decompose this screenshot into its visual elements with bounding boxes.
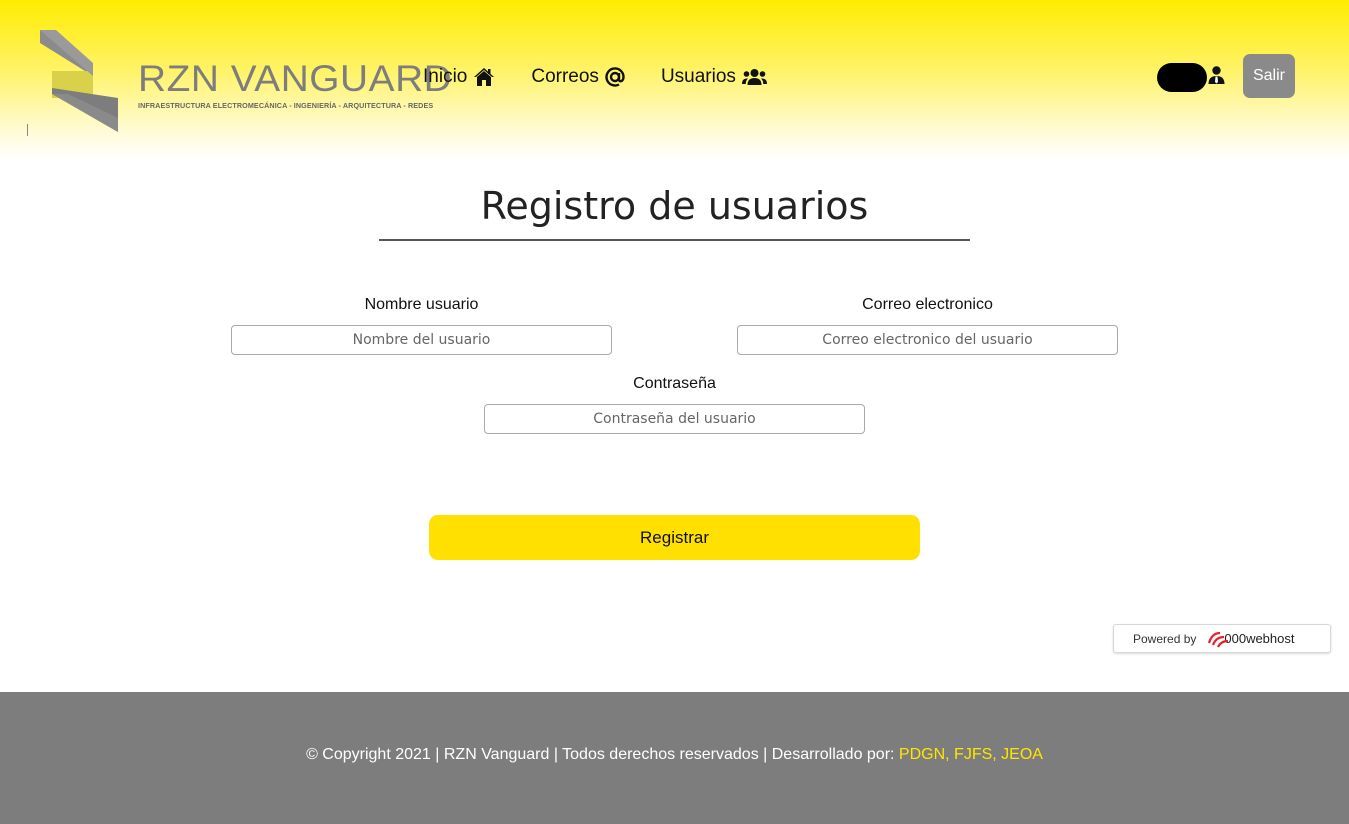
register-button[interactable]: Registrar — [429, 515, 920, 560]
page-title: Registro de usuarios — [480, 184, 869, 228]
footer-copyright: © Copyright 2021 | RZN Vanguard | Todos … — [0, 746, 1349, 764]
logo-mark-icon — [40, 30, 118, 132]
nav-item-label: Inicio — [423, 66, 468, 87]
password-input[interactable] — [484, 404, 865, 434]
nav-item-usuarios[interactable]: Usuarios — [661, 66, 767, 88]
logout-button[interactable]: Salir — [1243, 54, 1295, 98]
powered-by-label: Powered by — [1133, 631, 1197, 646]
nav-item-inicio[interactable]: Inicio — [423, 66, 495, 88]
password-label: Contraseña — [633, 375, 716, 392]
webhost-logo-icon — [1207, 631, 1229, 648]
brand-tagline: INFRAESTRUCTURA ELECTROMECÁNICA - INGENI… — [138, 101, 434, 110]
nav-item-label: Usuarios — [660, 66, 736, 87]
email-input[interactable] — [737, 325, 1118, 355]
main-nav: Inicio Correos Usuarios — [423, 66, 767, 88]
footer-authors-link[interactable]: PDGN, FJFS, JEOA — [899, 746, 1043, 763]
nav-item-correos[interactable]: Correos — [531, 66, 625, 88]
username-label: Nombre usuario — [364, 296, 479, 313]
user-tie-icon[interactable] — [1208, 66, 1225, 84]
footer-text: © Copyright 2021 | RZN Vanguard | Todos … — [306, 746, 899, 763]
title-divider — [379, 239, 970, 241]
site-header: RZN VANGUARD INFRAESTRUCTURA ELECTROMECÁ… — [0, 0, 1349, 160]
username-input[interactable] — [231, 325, 612, 355]
email-label: Correo electronico — [862, 296, 993, 313]
text-cursor — [27, 124, 28, 136]
powered-by-brand: 000webhost — [1224, 631, 1295, 646]
home-icon — [474, 68, 495, 86]
toggle-icon[interactable] — [1157, 63, 1207, 92]
users-icon — [741, 69, 767, 85]
brand-name: RZN VANGUARD — [138, 58, 453, 99]
at-icon — [605, 67, 625, 87]
site-footer: © Copyright 2021 | RZN Vanguard | Todos … — [0, 692, 1349, 824]
nav-item-label: Correos — [531, 66, 599, 87]
powered-by-badge[interactable]: Powered by 000webhost — [1113, 624, 1331, 653]
